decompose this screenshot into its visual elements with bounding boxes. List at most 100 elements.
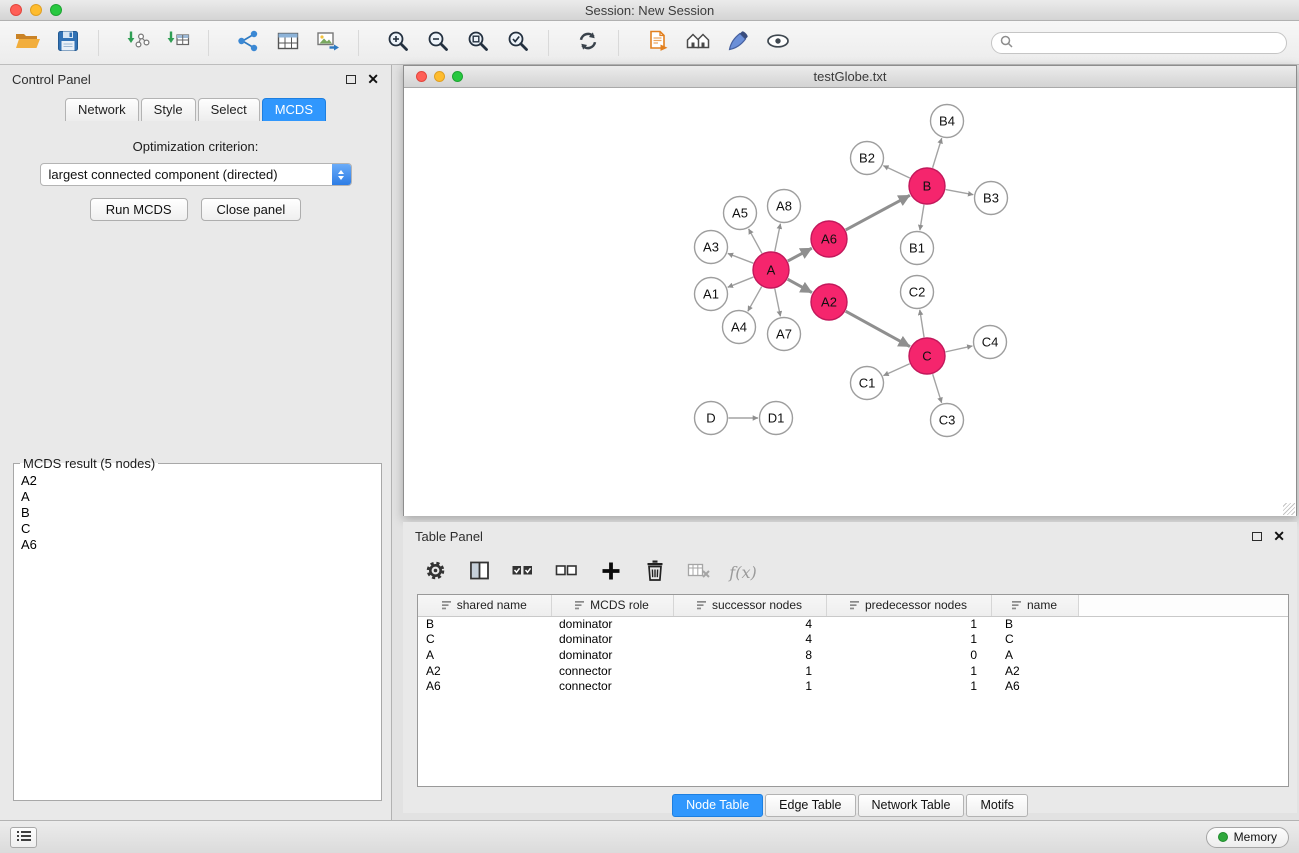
table-cell[interactable]: dominator [551, 616, 673, 632]
tab-network[interactable]: Network [65, 98, 139, 121]
network-canvas[interactable]: AA1A2A3A4A5A6A7A8BB1B2B3B4CC1C2C3C4DD1 [404, 88, 1296, 516]
memory-button[interactable]: Memory [1206, 827, 1289, 848]
close-table-panel-icon[interactable]: ✕ [1273, 531, 1285, 541]
graph-node-C4[interactable]: C4 [974, 326, 1007, 359]
graph-node-C2[interactable]: C2 [901, 276, 934, 309]
table-cell[interactable]: 1 [826, 678, 991, 694]
table-cell[interactable]: connector [551, 678, 673, 694]
table-cell[interactable]: dominator [551, 647, 673, 663]
delete-table-button[interactable] [685, 558, 713, 586]
network-close-button[interactable] [416, 71, 427, 82]
table-cell[interactable]: C [418, 632, 551, 648]
graph-node-A1[interactable]: A1 [695, 278, 728, 311]
column-header-successor-nodes[interactable]: successor nodes [673, 595, 826, 616]
table-row[interactable]: Adominator80A [418, 647, 1288, 663]
table-cell[interactable]: 4 [673, 616, 826, 632]
graph-node-A7[interactable]: A7 [768, 318, 801, 351]
graph-node-A2[interactable]: A2 [811, 284, 847, 320]
table-row[interactable]: Bdominator41B [418, 616, 1288, 632]
deselect-all-button[interactable] [553, 558, 581, 586]
graph-edge-B-B3[interactable] [946, 190, 974, 195]
column-header-name[interactable]: name [991, 595, 1078, 616]
graph-edge-A-A1[interactable] [728, 277, 754, 287]
import-network-button[interactable] [122, 27, 154, 59]
column-header-mcds-role[interactable]: MCDS role [551, 595, 673, 616]
table-cell[interactable]: A2 [991, 663, 1078, 679]
table-cell[interactable]: dominator [551, 632, 673, 648]
float-panel-icon[interactable] [346, 75, 356, 84]
tab-motifs[interactable]: Motifs [966, 794, 1027, 817]
graph-edge-B-B4[interactable] [933, 138, 942, 168]
close-panel-button[interactable]: Close panel [201, 198, 302, 221]
table-cell[interactable]: 1 [673, 663, 826, 679]
graph-node-B1[interactable]: B1 [901, 232, 934, 265]
table-cell[interactable]: B [418, 616, 551, 632]
import-table-button[interactable] [162, 27, 194, 59]
graph-node-A4[interactable]: A4 [723, 311, 756, 344]
table-cell[interactable]: 0 [826, 647, 991, 663]
graph-node-B[interactable]: B [909, 168, 945, 204]
table-cell[interactable]: A [418, 647, 551, 663]
mcds-result-item[interactable]: A [18, 489, 377, 505]
search-input[interactable] [1018, 36, 1278, 50]
table-row[interactable]: A2connector11A2 [418, 663, 1288, 679]
run-mcds-button[interactable]: Run MCDS [90, 198, 188, 221]
tab-select[interactable]: Select [198, 98, 260, 121]
graph-node-B4[interactable]: B4 [931, 105, 964, 138]
table-row[interactable]: Cdominator41C [418, 632, 1288, 648]
graph-node-C3[interactable]: C3 [931, 404, 964, 437]
tab-network-table[interactable]: Network Table [858, 794, 965, 817]
float-table-panel-icon[interactable] [1252, 532, 1262, 541]
table-cell[interactable]: 1 [826, 663, 991, 679]
show-hide-button[interactable] [762, 27, 794, 59]
resize-grip[interactable] [1283, 503, 1295, 515]
graph-edge-A-A5[interactable] [749, 229, 762, 253]
zoom-selected-button[interactable] [502, 27, 534, 59]
select-all-button[interactable] [509, 558, 537, 586]
graph-edge-C-C2[interactable] [920, 310, 924, 337]
table-cell[interactable]: 1 [673, 678, 826, 694]
graph-edge-A-A2[interactable] [788, 279, 812, 292]
graph-node-A[interactable]: A [753, 252, 789, 288]
column-header-predecessor-nodes[interactable]: predecessor nodes [826, 595, 991, 616]
graph-edge-C-C4[interactable] [946, 346, 973, 352]
mcds-result-item[interactable]: A2 [18, 473, 377, 489]
table-cell[interactable]: C [991, 632, 1078, 648]
graph-edge-B-B1[interactable] [920, 205, 924, 230]
graph-edge-A-A6[interactable] [788, 248, 812, 261]
table-cell[interactable]: A6 [418, 678, 551, 694]
new-table-button[interactable] [272, 27, 304, 59]
table-cell[interactable]: 4 [673, 632, 826, 648]
graph-node-C1[interactable]: C1 [851, 367, 884, 400]
graph-node-C[interactable]: C [909, 338, 945, 374]
apply-style-button[interactable] [722, 27, 754, 59]
table-cell[interactable]: A2 [418, 663, 551, 679]
graph-edge-A-A3[interactable] [728, 253, 753, 263]
network-zoom-button[interactable] [452, 71, 463, 82]
table-cell[interactable]: 8 [673, 647, 826, 663]
graph-edge-A2-C[interactable] [846, 311, 910, 346]
graph-node-D1[interactable]: D1 [760, 402, 793, 435]
tab-style[interactable]: Style [141, 98, 196, 121]
table-cell[interactable]: 1 [826, 616, 991, 632]
graph-node-D[interactable]: D [695, 402, 728, 435]
graph-edge-C-C1[interactable] [883, 364, 909, 376]
show-columns-button[interactable] [465, 558, 493, 586]
search-box[interactable] [991, 32, 1287, 54]
column-header-shared-name[interactable]: shared name [418, 595, 551, 616]
graph-node-A6[interactable]: A6 [811, 221, 847, 257]
table-cell[interactable]: 1 [826, 632, 991, 648]
graph-node-B2[interactable]: B2 [851, 142, 884, 175]
close-panel-icon[interactable]: ✕ [367, 74, 379, 84]
mcds-result-item[interactable]: C [18, 521, 377, 537]
table-row[interactable]: A6connector11A6 [418, 678, 1288, 694]
zoom-window-button[interactable] [50, 4, 62, 16]
open-session-button[interactable] [12, 27, 44, 59]
table-settings-button[interactable] [421, 558, 449, 586]
table-cell[interactable]: A6 [991, 678, 1078, 694]
new-network-button[interactable] [232, 27, 264, 59]
export-image-button[interactable] [312, 27, 344, 59]
graph-node-A3[interactable]: A3 [695, 231, 728, 264]
graph-edge-A-A7[interactable] [775, 289, 781, 317]
optimization-select[interactable]: largest connected component (directed) [40, 163, 352, 186]
